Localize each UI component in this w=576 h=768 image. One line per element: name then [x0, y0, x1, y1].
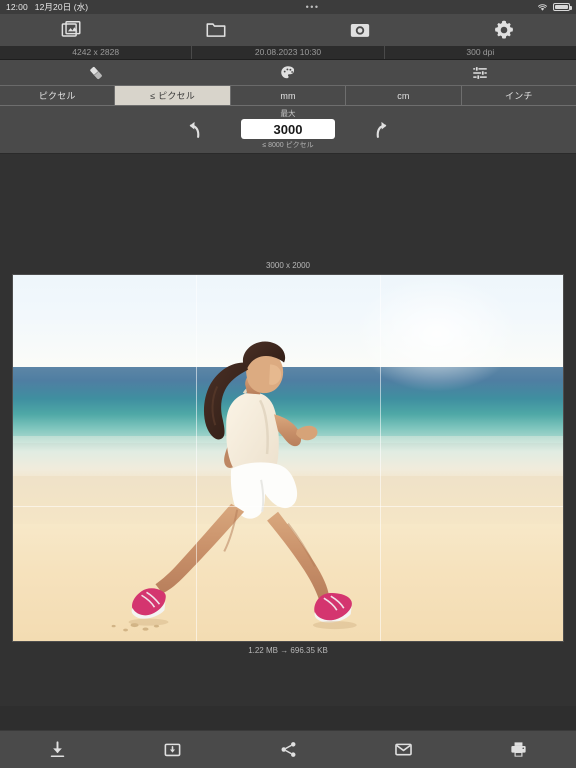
- info-dimensions: 4242 x 2828: [0, 46, 193, 59]
- camera-button[interactable]: [288, 14, 432, 46]
- info-datetime: 20.08.2023 10:30: [192, 46, 385, 59]
- status-bar: 12:00 12月20日 (水) •••: [0, 0, 576, 14]
- eraser-tool-button[interactable]: [0, 60, 192, 85]
- max-size-input[interactable]: 3000: [241, 119, 335, 139]
- camera-icon: [350, 24, 370, 37]
- folder-download-icon: [164, 743, 181, 757]
- eraser-icon: [90, 66, 102, 79]
- status-bar-right: [537, 3, 572, 12]
- output-dimensions-label: 3000 x 2000: [265, 261, 311, 270]
- photos-library-button[interactable]: [0, 14, 144, 46]
- sliders-icon: [473, 65, 487, 80]
- tab-mm[interactable]: mm: [231, 86, 347, 105]
- tab-inch[interactable]: インチ: [462, 86, 576, 105]
- unit-tabs: ピクセル ≤ ピクセル mm cm インチ: [0, 86, 576, 106]
- email-button[interactable]: [346, 731, 461, 768]
- image-info-row: 4242 x 2828 20.08.2023 10:30 300 dpi: [0, 46, 576, 60]
- palette-icon: [281, 65, 295, 78]
- wifi-icon: [537, 3, 548, 11]
- photo-stack-icon: [61, 21, 81, 37]
- envelope-icon: [394, 743, 412, 756]
- save-to-folder-button[interactable]: [115, 731, 230, 768]
- palette-tool-button[interactable]: [192, 60, 384, 85]
- max-size-field-group: 最大 3000 ≤ 8000 ピクセル: [241, 109, 335, 150]
- printer-icon: [511, 742, 526, 757]
- settings-button[interactable]: [432, 14, 576, 46]
- adjustments-tool-button[interactable]: [384, 60, 576, 85]
- file-size-label: 1.22 MB → 696.35 KB: [248, 646, 328, 655]
- files-browser-button[interactable]: [144, 14, 288, 46]
- tab-cm[interactable]: cm: [346, 86, 462, 105]
- status-time: 12:00: [6, 2, 28, 12]
- share-icon: [281, 742, 295, 757]
- status-bar-left: 12:00 12月20日 (水): [6, 1, 88, 13]
- max-size-hint: ≤ 8000 ピクセル: [262, 142, 314, 149]
- gear-icon: [495, 20, 513, 39]
- tab-max-pixel[interactable]: ≤ ピクセル: [115, 86, 231, 105]
- app-root: 12:00 12月20日 (水) ••• 4242 x 2828 20.08.2…: [0, 0, 576, 768]
- battery-icon: [553, 3, 572, 11]
- status-date: 12月20日 (水): [34, 2, 89, 12]
- status-center-dots: •••: [305, 2, 320, 12]
- print-button[interactable]: [461, 731, 576, 768]
- beach-runner-photo: [13, 275, 563, 641]
- max-size-label: 最大: [280, 109, 296, 118]
- tab-pixel[interactable]: ピクセル: [0, 86, 116, 105]
- bottom-action-bar: [0, 730, 576, 768]
- runner-figure: [111, 341, 357, 632]
- folder-icon: [206, 23, 226, 37]
- redo-arrow-icon: [376, 121, 387, 138]
- preview-canvas: 3000 x 2000 1.22 MB → 696.35 KB: [0, 154, 576, 706]
- download-icon: [50, 741, 65, 758]
- info-resolution: 300 dpi: [466, 47, 495, 57]
- redo-button[interactable]: [359, 110, 405, 150]
- top-navigation-bar: [0, 14, 576, 46]
- tool-row: [0, 60, 576, 86]
- size-control-row: 最大 3000 ≤ 8000 ピクセル: [0, 106, 576, 154]
- undo-arrow-icon: [189, 121, 200, 138]
- bottom-spacer: [0, 706, 576, 730]
- download-button[interactable]: [0, 731, 115, 768]
- preview-image[interactable]: [12, 274, 564, 642]
- undo-button[interactable]: [171, 110, 217, 150]
- share-button[interactable]: [230, 731, 345, 768]
